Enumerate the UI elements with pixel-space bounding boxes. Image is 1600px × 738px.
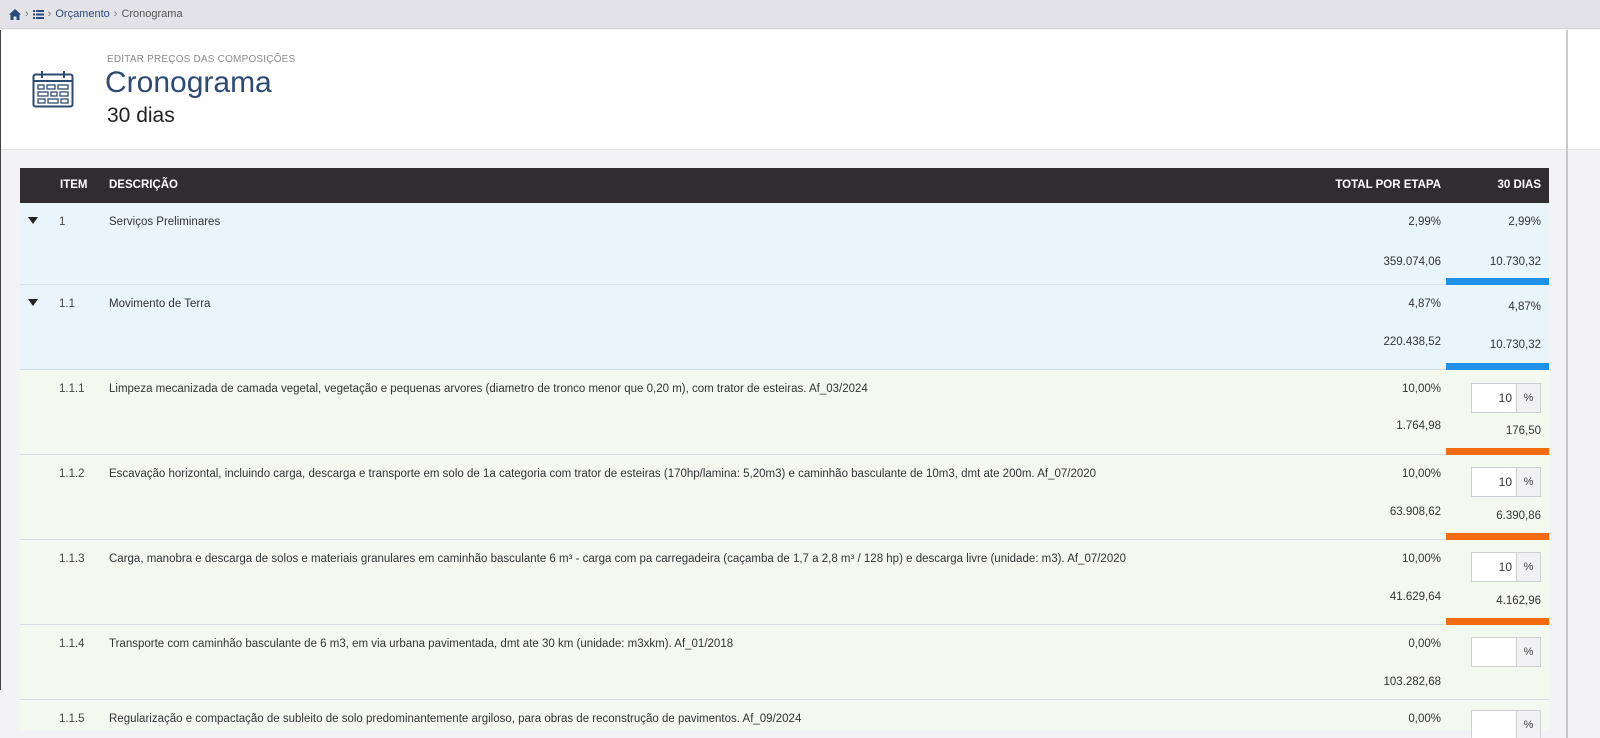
window-right-edge xyxy=(1566,30,1568,738)
percent-input-group: % xyxy=(1471,467,1541,497)
percent-input-group: % xyxy=(1471,383,1541,413)
row-day-value: 4.162,96 xyxy=(1496,595,1541,607)
table-row: 1.1.1 Limpeza mecanizada de camada veget… xyxy=(20,370,1549,458)
percent-input[interactable] xyxy=(1472,468,1516,496)
row-description: Regularização e compactação de subleito … xyxy=(109,713,802,725)
percent-input-group: % xyxy=(1471,710,1541,738)
column-header-total: TOTAL POR ETAPA xyxy=(1335,179,1441,191)
row-total-percent: 0,00% xyxy=(1408,638,1441,650)
row-item: 1.1.1 xyxy=(59,383,85,395)
row-day-value: 6.390,86 xyxy=(1496,510,1541,522)
row-total-percent: 2,99% xyxy=(1408,216,1441,228)
row-description: Limpeza mecanizada de camada vegetal, ve… xyxy=(109,383,868,395)
page-period: 30 dias xyxy=(107,104,175,127)
row-total-value: 220.438,52 xyxy=(1383,336,1441,348)
row-total-percent: 10,00% xyxy=(1401,383,1441,395)
caret-down-icon[interactable] xyxy=(28,299,38,306)
row-total-percent: 10,00% xyxy=(1401,553,1441,565)
home-icon[interactable] xyxy=(9,8,21,20)
percent-addon: % xyxy=(1516,384,1540,412)
percent-addon: % xyxy=(1516,468,1540,496)
row-total-percent: 0,00% xyxy=(1408,713,1441,725)
row-total-percent: 10,00% xyxy=(1401,468,1441,480)
table-row: 1.1.3 Carga, manobra e descarga de solos… xyxy=(20,540,1549,628)
column-header-description: DESCRIÇÃO xyxy=(109,179,179,191)
row-description: Serviços Preliminares xyxy=(109,216,221,228)
window-left-edge xyxy=(0,30,1,690)
row-total-value: 359.074,06 xyxy=(1383,256,1441,268)
row-day-percent: 2,99% xyxy=(1508,216,1541,228)
row-description: Carga, manobra e descarga de solos e mat… xyxy=(109,553,1127,565)
table-header: ITEM DESCRIÇÃO TOTAL POR ETAPA 30 DIAS xyxy=(20,168,1549,203)
row-item: 1.1 xyxy=(59,298,75,310)
table-row: 1.1.4 Transporte com caminhão basculante… xyxy=(20,625,1549,700)
row-day-value: 10.730,32 xyxy=(1489,339,1541,351)
row-description: Movimento de Terra xyxy=(109,298,211,310)
page-header: EDITAR PREÇOS DAS COMPOSIÇÕES Cronograma… xyxy=(0,30,1600,150)
row-total-percent: 4,87% xyxy=(1408,298,1441,310)
row-item: 1.1.2 xyxy=(59,468,85,480)
table-row: 1.1 Movimento de Terra 4,87% 220.438,52 … xyxy=(20,285,1549,373)
percent-addon: % xyxy=(1516,638,1540,666)
row-total-value: 1.764,98 xyxy=(1396,420,1441,432)
percent-input-group: % xyxy=(1471,552,1541,582)
row-item: 1.1.5 xyxy=(59,713,85,725)
page-title: Cronograma xyxy=(105,66,272,99)
row-item: 1.1.3 xyxy=(59,553,85,565)
breadcrumb-separator: › xyxy=(25,8,29,20)
table-row: 1.1.5 Regularização e compactação de sub… xyxy=(20,700,1549,738)
table-row: 1.1.2 Escavação horizontal, incluindo ca… xyxy=(20,455,1549,543)
row-day-percent: 4,87% xyxy=(1508,301,1541,313)
percent-input[interactable] xyxy=(1472,384,1516,412)
column-header-30-days: 30 DIAS xyxy=(1497,179,1541,191)
column-header-item: ITEM xyxy=(60,179,88,191)
percent-input[interactable] xyxy=(1472,711,1516,738)
breadcrumb-cronograma: Cronograma xyxy=(121,8,183,20)
calendar-icon xyxy=(32,70,74,113)
breadcrumb: › › Orçamento › Cronograma xyxy=(0,0,1600,29)
percent-input-group: % xyxy=(1471,637,1541,667)
schedule-table: ITEM DESCRIÇÃO TOTAL POR ETAPA 30 DIAS 1… xyxy=(20,168,1549,738)
percent-addon: % xyxy=(1516,553,1540,581)
row-total-value: 63.908,62 xyxy=(1389,506,1441,518)
row-item: 1 xyxy=(59,216,66,228)
row-total-value: 41.629,64 xyxy=(1389,591,1441,603)
row-description: Escavação horizontal, incluindo carga, d… xyxy=(109,468,1097,480)
row-description: Transporte com caminhão basculante de 6 … xyxy=(109,638,734,650)
row-total-value: 103.282,68 xyxy=(1383,676,1441,688)
row-day-value: 10.730,32 xyxy=(1489,256,1541,268)
breadcrumb-orcamento[interactable]: Orçamento xyxy=(55,8,109,20)
breadcrumb-separator: › xyxy=(47,8,52,20)
table-row: 1 Serviços Preliminares 2,99% 359.074,06… xyxy=(20,203,1549,288)
page-subtitle: EDITAR PREÇOS DAS COMPOSIÇÕES xyxy=(107,54,296,65)
list-icon[interactable] xyxy=(32,9,44,19)
percent-addon: % xyxy=(1516,711,1540,738)
row-day-value: 176,50 xyxy=(1505,425,1541,437)
row-item: 1.1.4 xyxy=(59,638,85,650)
percent-input[interactable] xyxy=(1472,553,1516,581)
caret-down-icon[interactable] xyxy=(28,217,38,224)
percent-input[interactable] xyxy=(1472,638,1516,666)
breadcrumb-separator: › xyxy=(113,8,118,20)
